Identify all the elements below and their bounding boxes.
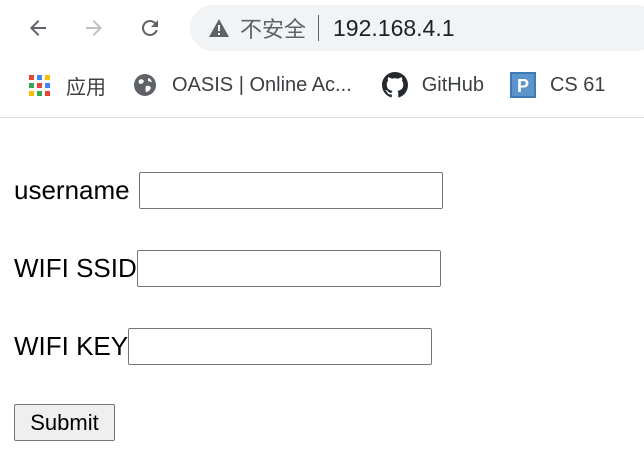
bookmark-oasis[interactable]: OASIS | Online Ac...	[132, 67, 352, 103]
ssid-input[interactable]	[136, 250, 441, 287]
back-arrow-icon	[30, 20, 46, 36]
browser-toolbar: 不安全 192.168.4.1	[0, 0, 644, 58]
warning-triangle-icon	[208, 17, 230, 39]
bookmark-label: 应用	[66, 74, 106, 99]
github-icon	[381, 72, 408, 98]
back-button[interactable]	[20, 10, 56, 46]
forward-button[interactable]	[76, 10, 112, 46]
ssid-row: WIFI SSID	[14, 250, 441, 287]
reload-button[interactable]	[132, 10, 168, 46]
apps-grid-icon	[26, 72, 52, 98]
svg-text:P: P	[517, 76, 529, 96]
submit-button[interactable]: Submit	[14, 404, 115, 441]
url-text[interactable]: 192.168.4.1	[333, 15, 455, 42]
key-row: WIFI KEY	[14, 328, 433, 365]
key-label: WIFI KEY	[14, 331, 129, 361]
bookmark-cs61[interactable]: P CS 61	[509, 67, 606, 103]
bookmark-label: GitHub	[421, 73, 484, 96]
reload-icon	[141, 19, 158, 36]
bookmark-label: OASIS | Online Ac...	[172, 73, 352, 96]
bookmark-github[interactable]: GitHub	[381, 67, 484, 103]
piazza-icon: P	[509, 72, 536, 98]
browser-chrome: 不安全 192.168.4.1 应用 OASIS | Online Ac... …	[0, 0, 644, 118]
globe-icon	[132, 72, 158, 98]
bookmarks-bar: 应用 OASIS | Online Ac... GitHub P CS 61	[0, 62, 644, 108]
bookmark-label: CS 61	[549, 73, 606, 96]
bookmark-apps[interactable]: 应用	[26, 67, 106, 103]
forward-arrow-icon	[86, 20, 102, 36]
username-input[interactable]	[138, 172, 443, 209]
security-status-label[interactable]: 不安全	[240, 12, 306, 44]
username-label: username	[14, 175, 130, 205]
key-input[interactable]	[128, 328, 433, 365]
username-row: username	[14, 172, 443, 209]
ssid-label: WIFI SSID	[14, 253, 137, 283]
address-bar[interactable]: 不安全 192.168.4.1	[190, 5, 644, 51]
omnibox-divider	[318, 15, 320, 41]
page-content: username WIFI SSID WIFI KEY Submit	[0, 118, 644, 473]
